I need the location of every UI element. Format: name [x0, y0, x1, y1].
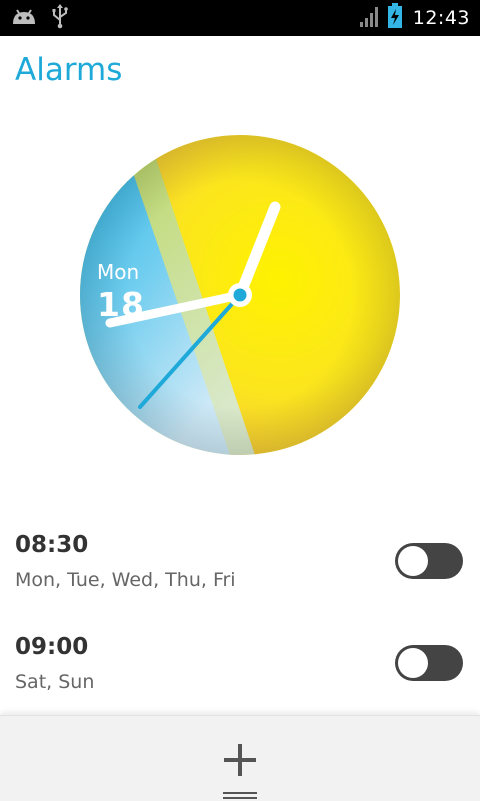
status-bar: 12:43 — [0, 0, 480, 36]
alarm-row[interactable]: 08:30 Mon, Tue, Wed, Thu, Fri — [0, 520, 480, 622]
page-title: Alarms — [15, 52, 123, 88]
toggle-knob — [398, 546, 428, 576]
bottom-action-bar — [0, 715, 480, 801]
android-icon — [10, 6, 38, 30]
alarm-days: Mon, Tue, Wed, Thu, Fri — [15, 569, 236, 591]
alarm-row[interactable]: 09:00 Sat, Sun — [0, 622, 480, 724]
analog-clock: Mon 18 — [80, 135, 400, 455]
alarm-time: 08:30 — [15, 532, 89, 558]
battery-charging-icon — [387, 3, 403, 33]
clock-day-label: Mon — [97, 260, 140, 284]
status-bar-notifications — [10, 3, 70, 33]
alarm-list: 08:30 Mon, Tue, Wed, Thu, Fri 09:00 Sat,… — [0, 520, 480, 724]
status-bar-time: 12:43 — [412, 7, 470, 29]
usb-icon — [50, 3, 70, 33]
alarm-toggle[interactable] — [395, 645, 463, 681]
clock-date-label: 18 — [97, 285, 145, 324]
add-alarm-button[interactable] — [215, 738, 265, 782]
alarm-time: 09:00 — [15, 634, 89, 660]
clock-center-dot — [233, 288, 247, 302]
alarm-toggle[interactable] — [395, 543, 463, 579]
drag-handle-icon[interactable] — [223, 790, 257, 801]
plus-icon — [224, 744, 256, 776]
status-bar-system: 12:43 — [359, 0, 470, 36]
signal-icon — [359, 4, 381, 32]
toggle-knob — [398, 648, 428, 678]
alarm-days: Sat, Sun — [15, 671, 95, 693]
